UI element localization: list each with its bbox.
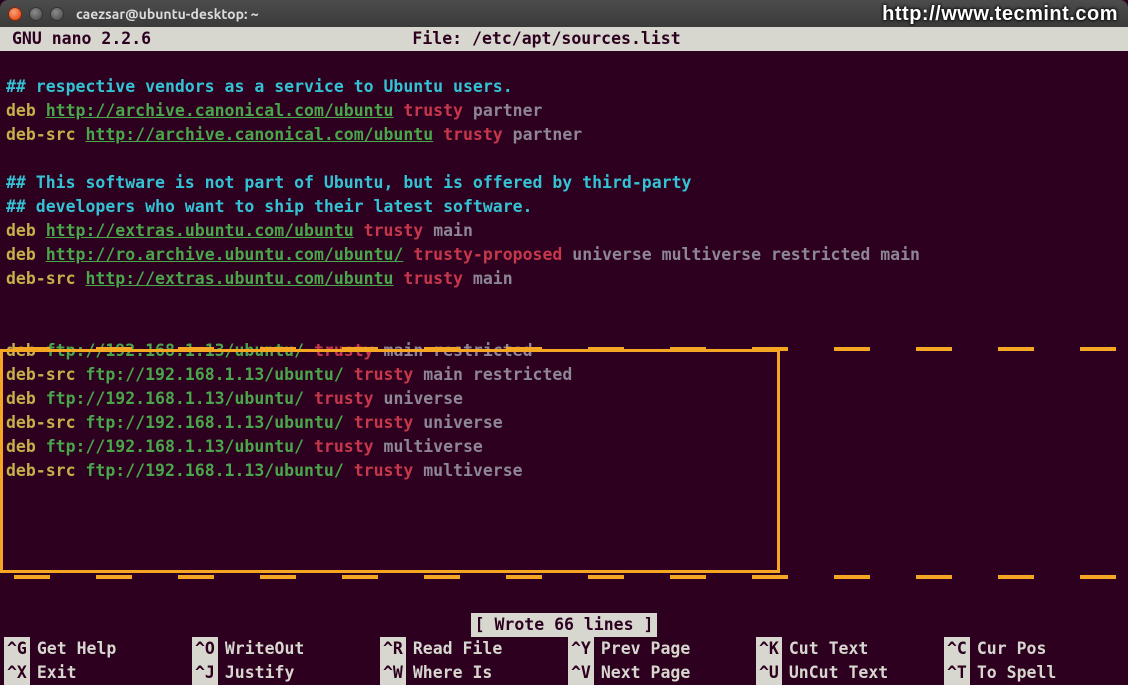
shortcut-label: Read File bbox=[413, 637, 502, 661]
sources-line[interactable]: deb-src ftp://192.168.1.13/ubuntu/ trust… bbox=[2, 363, 1126, 387]
sources-line[interactable]: deb-src ftp://192.168.1.13/ubuntu/ trust… bbox=[2, 411, 1126, 435]
shortcut-key: ^V bbox=[568, 661, 594, 685]
shortcut-writeout: ^O WriteOut bbox=[188, 637, 376, 661]
shortcut-to-spell: ^T To Spell bbox=[940, 661, 1128, 685]
sources-line[interactable]: deb http://extras.ubuntu.com/ubuntu trus… bbox=[2, 219, 1126, 243]
blank-line[interactable] bbox=[2, 291, 1126, 315]
shortcut-label: Get Help bbox=[37, 637, 116, 661]
shortcut-label: WriteOut bbox=[225, 637, 304, 661]
nano-status-row: [ Wrote 66 lines ] bbox=[0, 613, 1128, 637]
shortcut-label: Prev Page bbox=[601, 637, 690, 661]
shortcut-label: Where Is bbox=[413, 661, 492, 685]
shortcut-key: ^Y bbox=[568, 637, 594, 661]
sources-line[interactable]: deb-src http://archive.canonical.com/ubu… bbox=[2, 123, 1126, 147]
shortcut-cut-text: ^K Cut Text bbox=[752, 637, 940, 661]
shortcut-key: ^C bbox=[944, 637, 970, 661]
nano-header: GNU nano 2.2.6 File: /etc/apt/sources.li… bbox=[0, 27, 1128, 51]
blank-line[interactable] bbox=[2, 147, 1126, 171]
shortcut-key: ^O bbox=[192, 637, 218, 661]
maximize-icon[interactable] bbox=[50, 7, 64, 21]
window-title: caezsar@ubuntu-desktop: ~ bbox=[76, 6, 259, 22]
shortcut-label: Justify bbox=[225, 661, 295, 685]
window-titlebar[interactable]: caezsar@ubuntu-desktop: ~ http://www.tec… bbox=[0, 0, 1128, 27]
nano-status-message: [ Wrote 66 lines ] bbox=[471, 613, 658, 637]
shortcut-key: ^K bbox=[756, 637, 782, 661]
sources-line[interactable]: deb http://ro.archive.ubuntu.com/ubuntu/… bbox=[2, 243, 1126, 267]
shortcut-label: To Spell bbox=[977, 661, 1056, 685]
close-icon[interactable] bbox=[8, 7, 22, 21]
window-controls bbox=[8, 7, 64, 21]
sources-line[interactable]: deb ftp://192.168.1.13/ubuntu/ trusty un… bbox=[2, 387, 1126, 411]
shortcut-label: Cut Text bbox=[789, 637, 868, 661]
shortcut-key: ^X bbox=[4, 661, 30, 685]
shortcut-label: Next Page bbox=[601, 661, 690, 685]
watermark-url: http://www.tecmint.com bbox=[882, 3, 1118, 26]
shortcut-prev-page: ^Y Prev Page bbox=[564, 637, 752, 661]
shortcut-key: ^T bbox=[944, 661, 970, 685]
comment-line[interactable]: ## This software is not part of Ubuntu, … bbox=[2, 171, 1126, 195]
shortcut-exit: ^X Exit bbox=[0, 661, 188, 685]
blank-line[interactable] bbox=[2, 315, 1126, 339]
sources-line[interactable]: deb ftp://192.168.1.13/ubuntu/ trusty ma… bbox=[2, 339, 1126, 363]
shortcut-next-page: ^V Next Page bbox=[564, 661, 752, 685]
terminal-area[interactable]: GNU nano 2.2.6 File: /etc/apt/sources.li… bbox=[0, 27, 1128, 685]
shortcut-label: Cur Pos bbox=[977, 637, 1047, 661]
shortcut-key: ^W bbox=[380, 661, 406, 685]
shortcut-key: ^J bbox=[192, 661, 218, 685]
sources-line[interactable]: deb-src ftp://192.168.1.13/ubuntu/ trust… bbox=[2, 459, 1126, 483]
shortcut-key: ^R bbox=[380, 637, 406, 661]
shortcut-get-help: ^G Get Help bbox=[0, 637, 188, 661]
comment-line[interactable]: ## respective vendors as a service to Ub… bbox=[2, 75, 1126, 99]
sources-line[interactable]: deb ftp://192.168.1.13/ubuntu/ trusty mu… bbox=[2, 435, 1126, 459]
minimize-icon[interactable] bbox=[29, 7, 43, 21]
nano-shortcuts: ^G Get Help ^O WriteOut ^R Read File ^Y Prev Pa… bbox=[0, 637, 1128, 685]
shortcut-where-is: ^W Where Is bbox=[376, 661, 564, 685]
shortcut-key: ^U bbox=[756, 661, 782, 685]
shortcut-justify: ^J Justify bbox=[188, 661, 376, 685]
shortcut-key: ^G bbox=[4, 637, 30, 661]
shortcut-uncut-text: ^U UnCut Text bbox=[752, 661, 940, 685]
shortcut-cur-pos: ^C Cur Pos bbox=[940, 637, 1128, 661]
nano-filename: File: /etc/apt/sources.list bbox=[151, 27, 942, 51]
shortcut-label: Exit bbox=[37, 661, 77, 685]
annotation-ticks-bottom bbox=[0, 573, 1128, 581]
shortcut-read-file: ^R Read File bbox=[376, 637, 564, 661]
sources-line[interactable]: deb http://archive.canonical.com/ubuntu … bbox=[2, 99, 1126, 123]
terminal-window: caezsar@ubuntu-desktop: ~ http://www.tec… bbox=[0, 0, 1128, 685]
nano-appname: GNU nano 2.2.6 bbox=[6, 27, 151, 51]
sources-line[interactable]: deb-src http://extras.ubuntu.com/ubuntu … bbox=[2, 267, 1126, 291]
comment-line[interactable]: ## developers who want to ship their lat… bbox=[2, 195, 1126, 219]
shortcut-label: UnCut Text bbox=[789, 661, 888, 685]
editor-content[interactable]: ## respective vendors as a service to Ub… bbox=[0, 75, 1128, 483]
